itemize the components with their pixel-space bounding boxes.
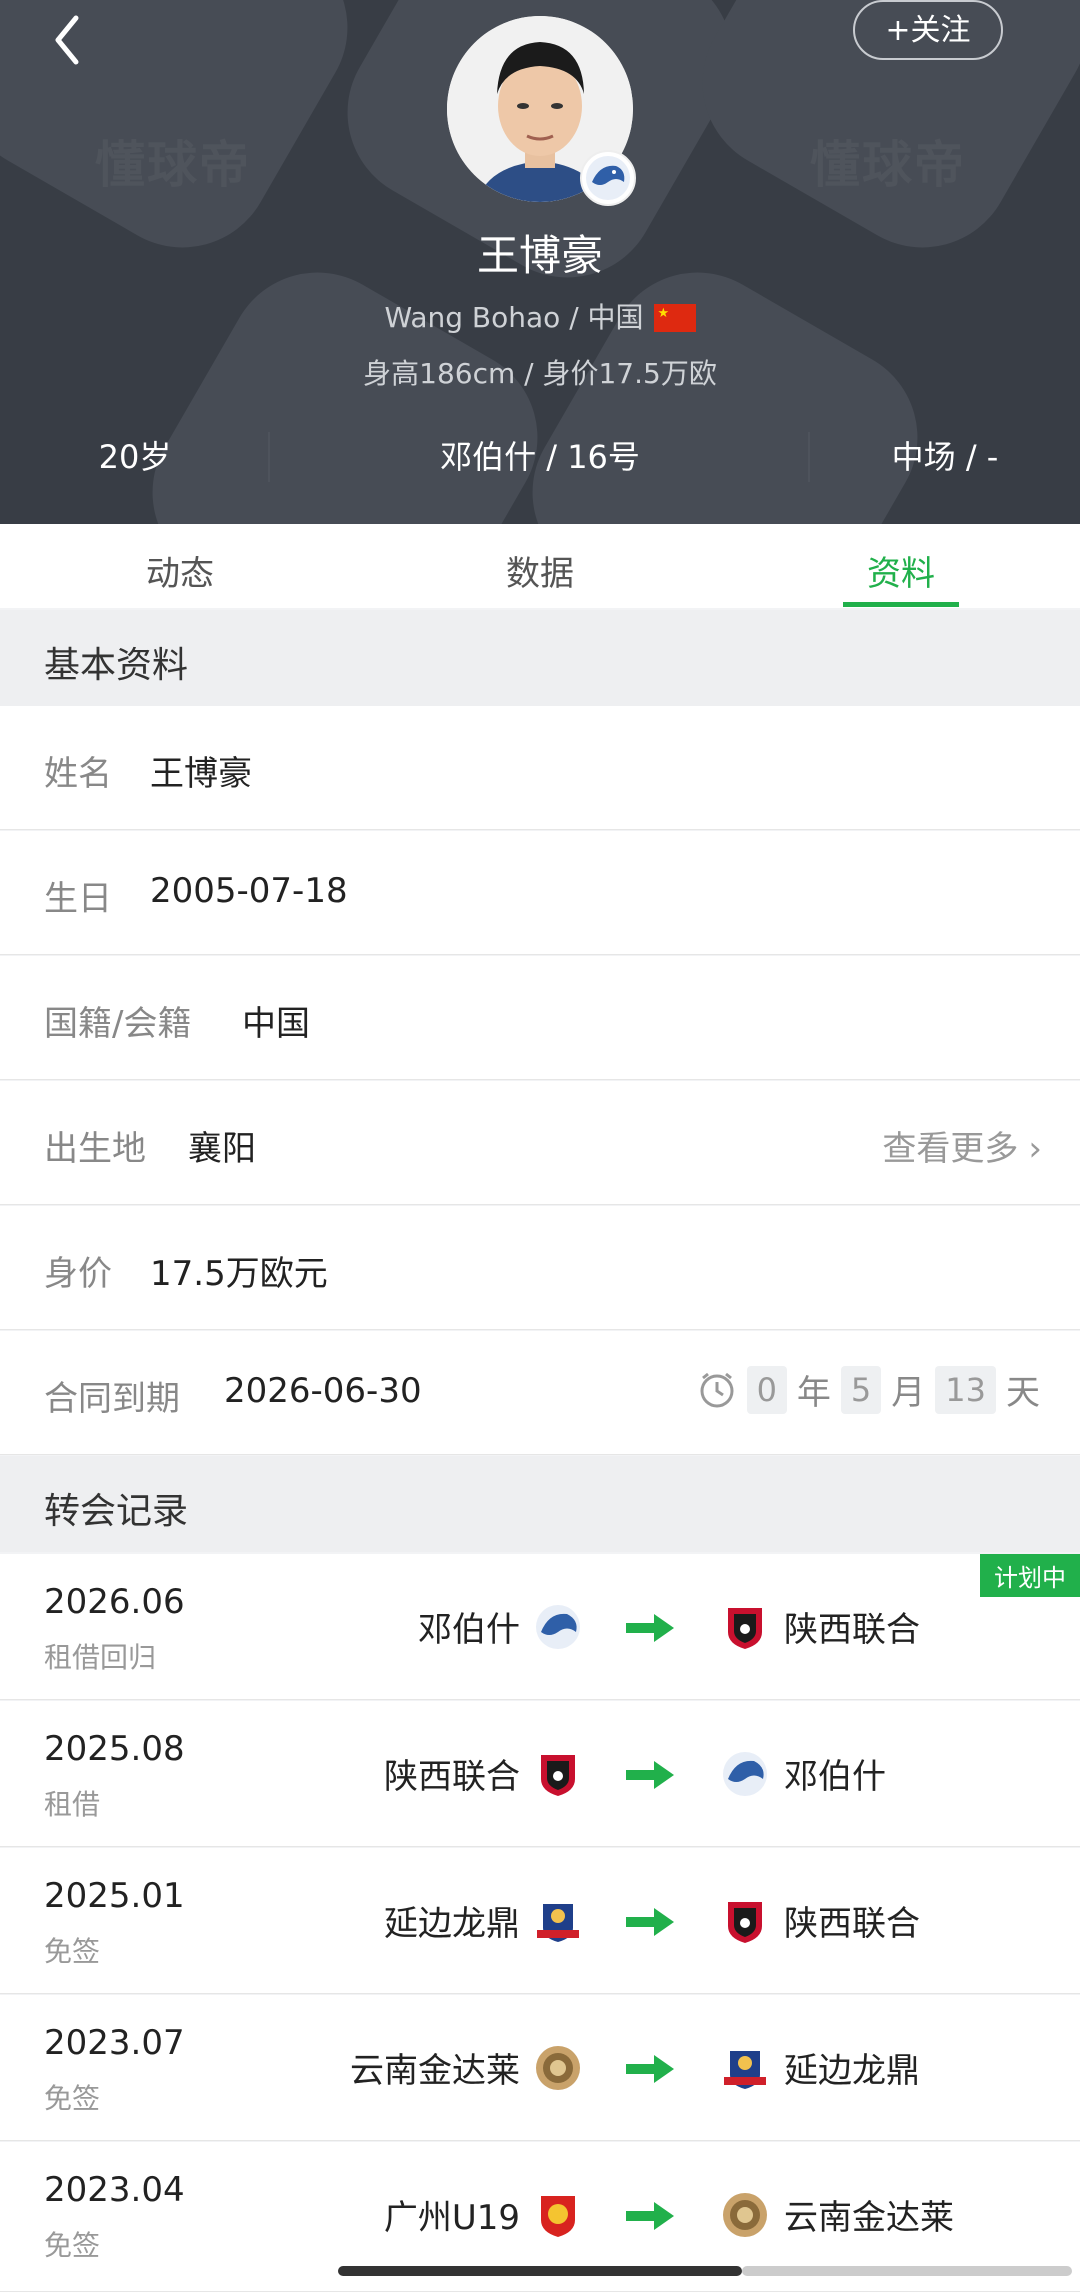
transfer-type: 租借 [44, 1788, 101, 1821]
transfer-type: 租借回归 [44, 1641, 157, 1674]
day-unit: 天 [1006, 1373, 1040, 1413]
home-indicator[interactable] [338, 2266, 742, 2276]
transfer-date: 2023.04 [44, 2170, 185, 2210]
from-club: 云南金达莱 [350, 2051, 520, 2091]
arrow-right-icon [626, 2202, 674, 2230]
contract-countdown: 0 年 5 月 13 天 [697, 1365, 1040, 1414]
club-badge-icon [580, 150, 636, 206]
guangzhou-crest-icon [541, 2196, 575, 2237]
tab-stats[interactable]: 数据 [390, 546, 690, 595]
month-unit: 月 [891, 1373, 926, 1413]
row-label: 国籍/会籍 [44, 1004, 192, 1044]
info-row-nationality: 国籍/会籍 中国 [0, 956, 1080, 1080]
transfer-date: 2026.06 [44, 1582, 185, 1622]
arrow-right-icon [626, 1614, 674, 1642]
tab-news[interactable]: 动态 [30, 546, 330, 595]
countdown-months: 5 [840, 1365, 882, 1414]
to-club: 延边龙鼎 [784, 2051, 920, 2091]
nationality: 中国 [587, 301, 644, 334]
transfer-row[interactable]: 计划中 2026.06 租借回归 邓伯什 陕西联合 [0, 1554, 1080, 1700]
player-header: 懂球帝 懂球帝 +关注 王博豪 Wang Bohao / 中国 ★ 身高186cm… [0, 0, 1080, 524]
row-label: 合同到期 [44, 1379, 180, 1419]
transfer-row[interactable]: 2025.08 租借 陕西联合 邓伯什 [0, 1701, 1080, 1847]
clock-icon [700, 1372, 734, 1407]
dalian-crest-icon [723, 1752, 767, 1796]
row-value: 2026-06-30 [224, 1371, 422, 1411]
to-club: 邓伯什 [784, 1757, 886, 1797]
back-button[interactable] [48, 10, 88, 70]
info-row-birthplace[interactable]: 出生地 襄阳 查看更多 › [0, 1081, 1080, 1205]
watermark: 懂球帝 [95, 136, 251, 194]
transfer-row[interactable]: 2025.01 免签 延边龙鼎 陕西联合 [0, 1848, 1080, 1994]
section-title: 转会记录 [44, 1491, 189, 1532]
row-label: 身价 [44, 1254, 112, 1294]
from-club: 广州U19 [383, 2198, 520, 2238]
countdown-years: 0 [746, 1365, 787, 1414]
section-title: 基本资料 [44, 645, 189, 686]
yanbian-crest-icon [724, 2051, 766, 2089]
row-value: 中国 [242, 1004, 310, 1044]
countdown-days: 13 [935, 1365, 996, 1414]
info-row-value: 身价 17.5万欧元 [0, 1206, 1080, 1330]
row-value: 17.5万欧元 [150, 1254, 328, 1294]
planned-badge: 计划中 [980, 1554, 1080, 1597]
arrow-right-icon [626, 1761, 674, 1789]
player-name: 王博豪 [476, 231, 603, 280]
china-flag-icon: ★ [653, 304, 696, 332]
yanbian-crest-icon [537, 1904, 579, 1942]
info-row-name: 姓名 王博豪 [0, 706, 1080, 830]
age-stat: 20岁 [98, 438, 172, 476]
home-indicator-track [742, 2266, 1072, 2276]
row-value: 2005-07-18 [150, 871, 348, 911]
yunnan-crest-icon [536, 2046, 580, 2090]
transfer-row[interactable]: 2023.07 免签 云南金达莱 延边龙鼎 [0, 1995, 1080, 2141]
from-club: 陕西联合 [384, 1757, 520, 1797]
position-stat: 中场 / - [891, 438, 999, 476]
active-tab-indicator [843, 602, 959, 607]
shaanxi-crest-icon [728, 1608, 762, 1649]
divider [808, 432, 810, 482]
height-value: 身高186cm / 身价17.5万欧 [363, 357, 717, 390]
row-value: 王博豪 [150, 754, 252, 794]
tab-bar: 动态 数据 资料 [0, 524, 1080, 608]
to-club: 云南金达莱 [784, 2198, 954, 2238]
shaanxi-crest-icon [728, 1902, 762, 1943]
yunnan-crest-icon [723, 2193, 767, 2237]
separator: / [560, 301, 588, 334]
transfer-type: 免签 [44, 1935, 101, 1968]
transfers-header: 转会记录 [0, 1456, 1080, 1552]
shaanxi-crest-icon [541, 1755, 575, 1796]
row-label: 姓名 [44, 754, 112, 794]
view-more-label: 查看更多 [882, 1129, 1019, 1169]
arrow-right-icon [626, 1908, 674, 1936]
player-subline: Wang Bohao / 中国 ★ [0, 296, 1080, 336]
tab-profile[interactable]: 资料 [751, 546, 1051, 595]
info-row-contract: 合同到期 2026-06-30 0 年 5 月 13 天 [0, 1331, 1080, 1455]
follow-button[interactable]: +关注 [853, 0, 1003, 60]
transfer-date: 2025.01 [44, 1876, 185, 1916]
chevron-right-icon: › [1028, 1129, 1042, 1169]
basic-info-header: 基本资料 [0, 610, 1080, 706]
row-label: 生日 [44, 879, 112, 919]
row-label: 出生地 [44, 1129, 146, 1169]
to-club: 陕西联合 [784, 1904, 920, 1944]
from-club: 邓伯什 [418, 1610, 520, 1650]
year-unit: 年 [796, 1373, 831, 1413]
transfer-type: 免签 [44, 2229, 101, 2262]
chevron-left-icon [55, 15, 79, 65]
arrow-right-icon [626, 2055, 674, 2083]
view-more-link[interactable]: 查看更多 › [882, 1121, 1042, 1170]
transfer-date: 2025.08 [44, 1729, 185, 1769]
club-number-stat: 邓伯什 / 16号 [440, 438, 640, 476]
info-row-birthday: 生日 2005-07-18 [0, 831, 1080, 955]
dalian-crest-icon [536, 1605, 580, 1649]
transfer-type: 免签 [44, 2082, 101, 2115]
watermark: 懂球帝 [810, 136, 966, 194]
to-club: 陕西联合 [784, 1610, 920, 1650]
player-name-en: Wang Bohao [384, 301, 561, 334]
from-club: 延边龙鼎 [384, 1904, 520, 1944]
transfer-date: 2023.07 [44, 2023, 185, 2063]
row-value: 襄阳 [188, 1129, 256, 1169]
divider [268, 432, 270, 482]
